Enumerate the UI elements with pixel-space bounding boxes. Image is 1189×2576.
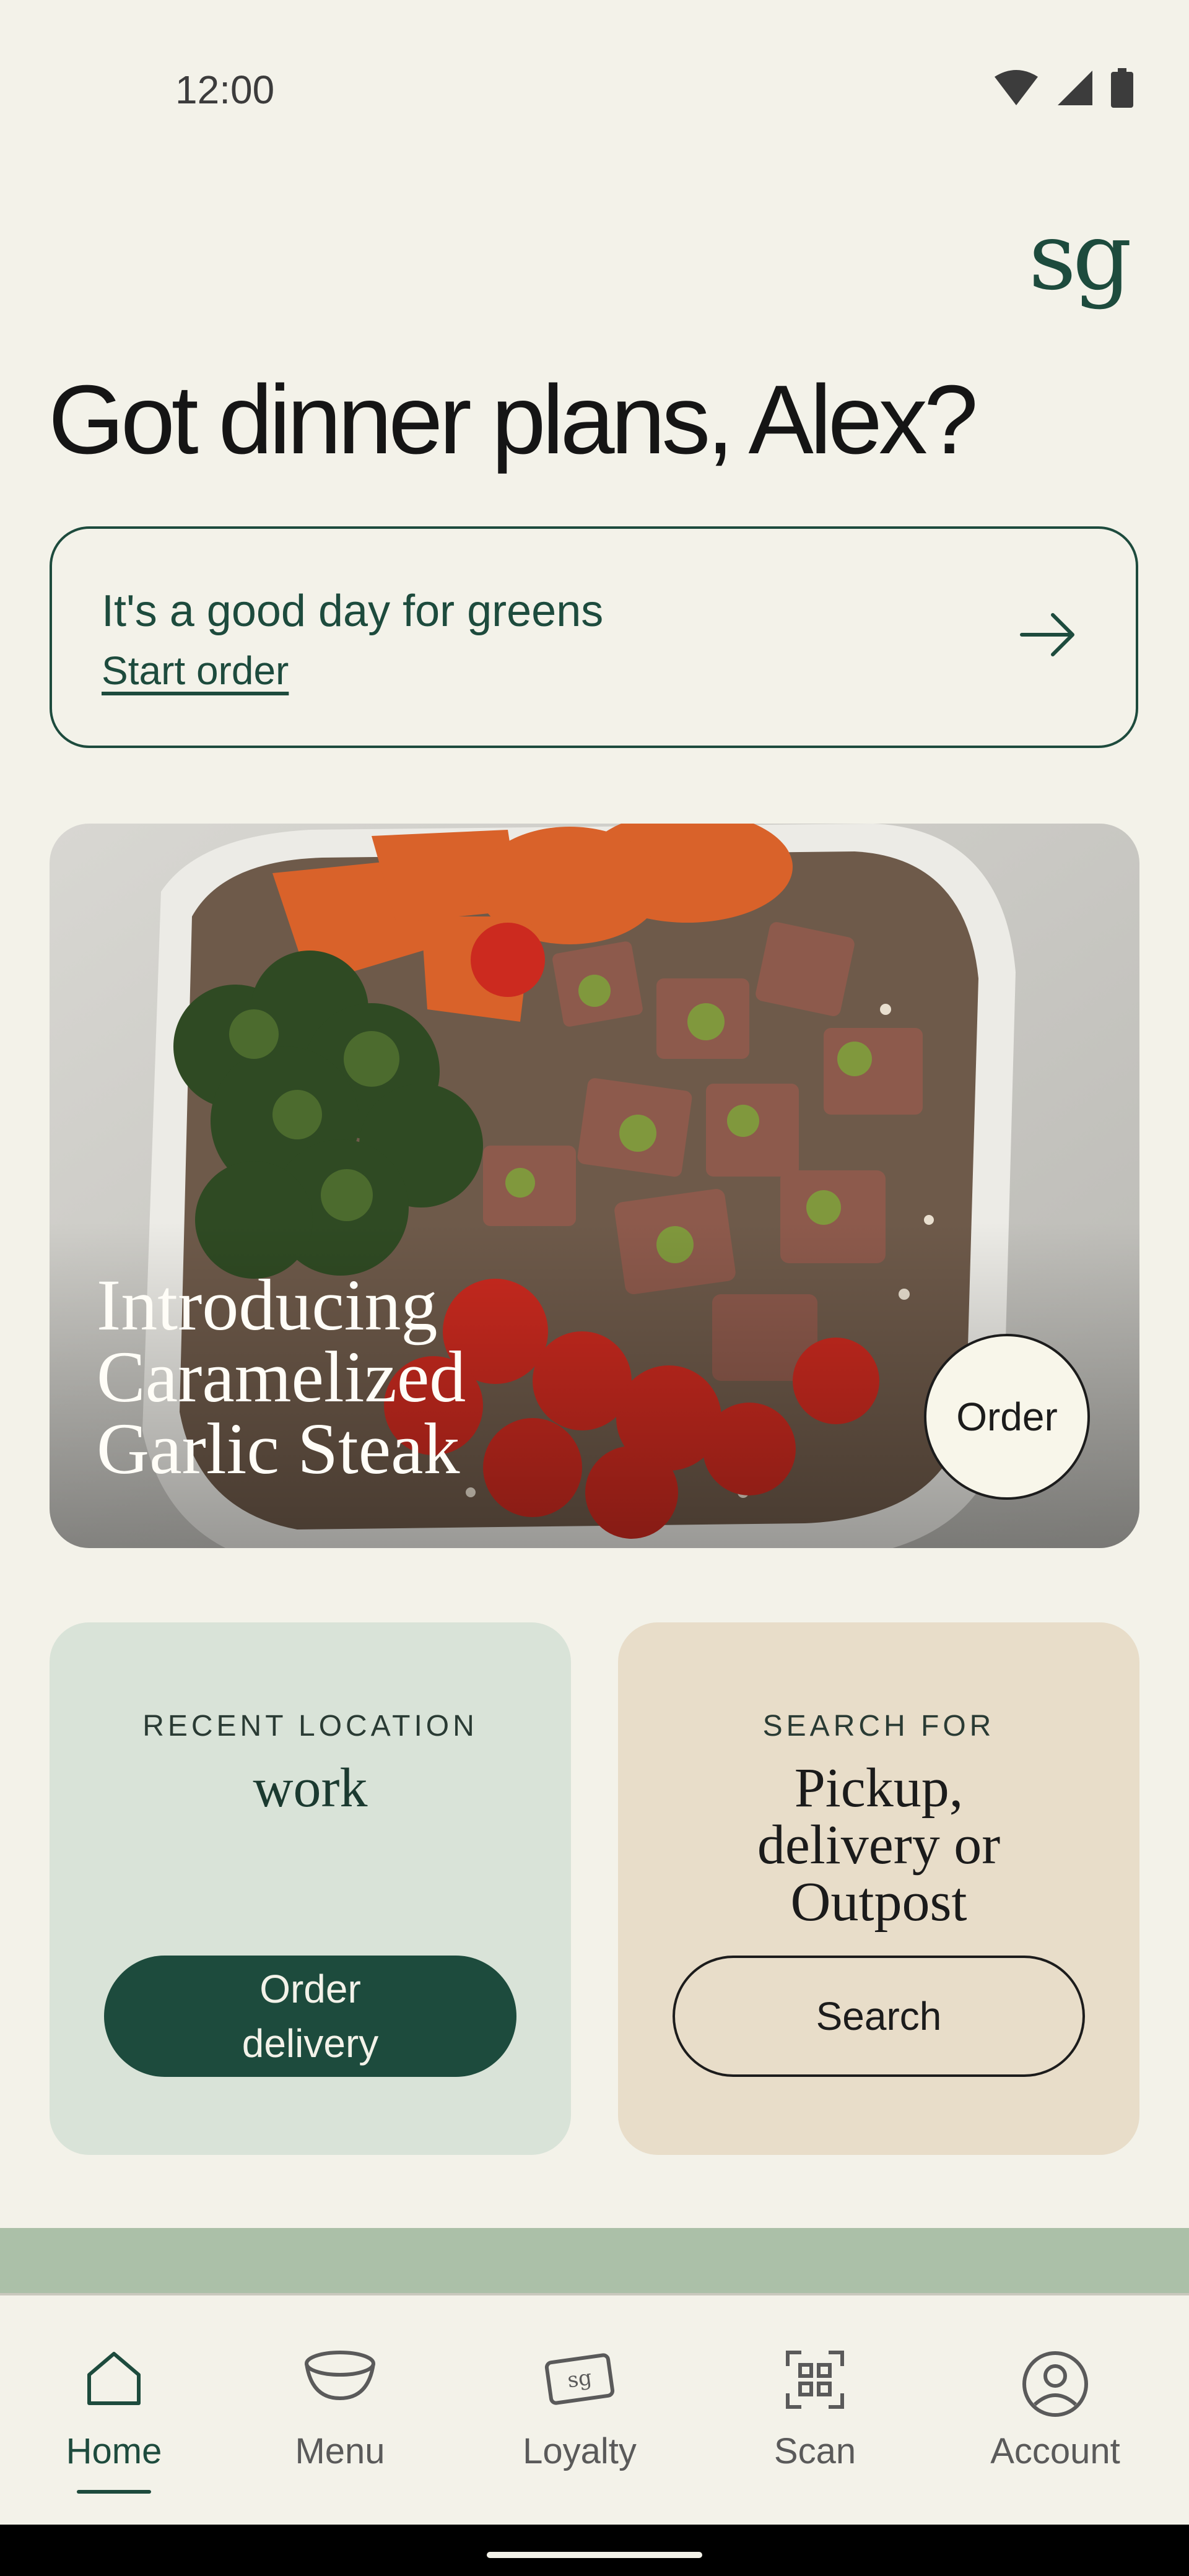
hero-title: Introducing Caramelized Garlic Steak [97, 1264, 466, 1489]
nav-label-loyalty: Loyalty [523, 2431, 637, 2471]
qr-scan-icon [786, 2351, 844, 2409]
cell-signal-icon [1058, 71, 1092, 105]
nav-item-account[interactable]: Account [962, 2295, 1148, 2527]
search-tile: SEARCH FOR Pickup, delivery or Outpost S… [618, 1622, 1139, 2155]
system-nav-bar [0, 2525, 1189, 2576]
order-delivery-button[interactable]: Order delivery [104, 1956, 516, 2077]
nav-label-home: Home [66, 2431, 162, 2471]
page-title: Got dinner plans, Alex? [48, 365, 978, 474]
start-order-card[interactable]: It's a good day for greens Start order [50, 526, 1138, 748]
arrow-right-icon[interactable] [1019, 612, 1076, 658]
nav-label-account: Account [990, 2431, 1120, 2471]
account-icon [1022, 2351, 1088, 2417]
hero-promo[interactable]: Introducing Caramelized Garlic Steak Ord… [50, 824, 1139, 1548]
nav-item-home[interactable]: Home [21, 2295, 207, 2527]
nav-label-menu: Menu [295, 2431, 385, 2471]
bowl-icon [305, 2351, 375, 2401]
nav-item-menu[interactable]: Menu [247, 2295, 433, 2527]
recent-location-name: work [253, 1757, 368, 1819]
nav-item-scan[interactable]: Scan [722, 2295, 908, 2527]
home-icon [87, 2352, 141, 2405]
nav-label-scan: Scan [773, 2431, 856, 2471]
hero-order-button[interactable]: Order [924, 1334, 1090, 1500]
search-button[interactable]: Search [673, 1956, 1085, 2077]
active-tab-indicator [77, 2490, 151, 2494]
next-section-peek [0, 2228, 1189, 2293]
search-title: Pickup, delivery or Outpost [757, 1757, 1001, 1933]
wifi-icon [995, 70, 1038, 105]
status-icons [993, 68, 1133, 108]
loyalty-card-icon: sg [544, 2353, 615, 2405]
svg-text:sg: sg [566, 2365, 593, 2393]
brand-logo: sg [1029, 203, 1132, 311]
nav-item-loyalty[interactable]: sg Loyalty [487, 2295, 673, 2527]
bottom-nav: Home Menu sg Loyalty Scan Account [0, 2293, 1189, 2525]
recent-location-kicker: RECENT LOCATION [142, 1710, 478, 1743]
order-card-title: It's a good day for greens [102, 586, 604, 636]
status-time: 12:00 [175, 67, 275, 112]
search-kicker: SEARCH FOR [762, 1710, 995, 1743]
battery-icon [1111, 68, 1133, 108]
start-order-link[interactable]: Start order [102, 648, 289, 694]
home-gesture-handle[interactable] [487, 2552, 702, 2558]
recent-location-tile: RECENT LOCATION work Order delivery [50, 1622, 571, 2155]
